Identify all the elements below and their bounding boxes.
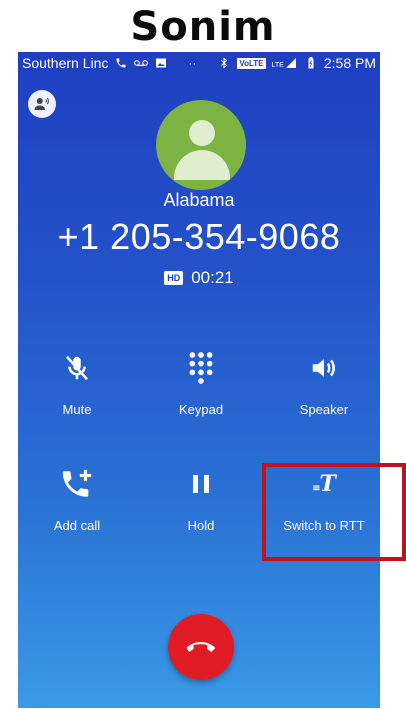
hold-label: Hold [187,518,215,533]
contact-avatar [156,100,246,190]
person-voice-icon [34,97,49,110]
volte-badge: VoLTE [237,57,266,69]
speaker-label: Speaker [299,402,349,417]
speaker-icon [312,359,335,377]
end-call-button[interactable] [168,614,234,680]
hold-button[interactable]: Hold [151,466,251,533]
mute-label: Mute [62,402,92,417]
keypad-label: Keypad [178,402,224,417]
add-call-button[interactable]: Add call [27,466,127,533]
caller-location: Alabama [163,190,235,210]
keypad-button[interactable]: Keypad [151,350,251,417]
status-bar: Southern Linc ·· VoLTE LTE 2:58 PM [18,52,380,74]
rtt-indicator-button[interactable] [28,90,56,118]
call-timer-row: HD 00:21 [18,268,380,288]
carrier-name: Southern Linc [22,55,109,71]
image-icon [156,58,167,68]
caller-number: +1 205-354-9068 [57,216,341,257]
call-duration: 00:21 [191,268,234,287]
more-icon: ·· [188,56,197,70]
speaker-button[interactable]: Speaker [274,350,374,417]
add-call-label: Add call [53,518,101,533]
battery-icon [308,57,314,69]
lte-label: LTE [271,62,284,69]
signal-icon [285,58,296,68]
phone-icon [116,58,126,68]
end-call-icon [186,641,216,652]
voicemail-icon [134,60,149,66]
add-call-icon [62,469,92,497]
status-time: 2:58 PM [323,55,376,71]
hd-badge: HD [164,271,184,285]
pause-icon [193,475,209,493]
mic-off-icon [66,355,88,381]
phone-screen: Southern Linc ·· VoLTE LTE 2:58 PM Alaba [18,52,380,708]
rtt-highlight-box [262,463,406,561]
brand-title: Sonim [130,4,276,50]
bluetooth-icon [221,57,228,69]
mute-button[interactable]: Mute [27,350,127,417]
dialpad-icon [189,352,213,384]
